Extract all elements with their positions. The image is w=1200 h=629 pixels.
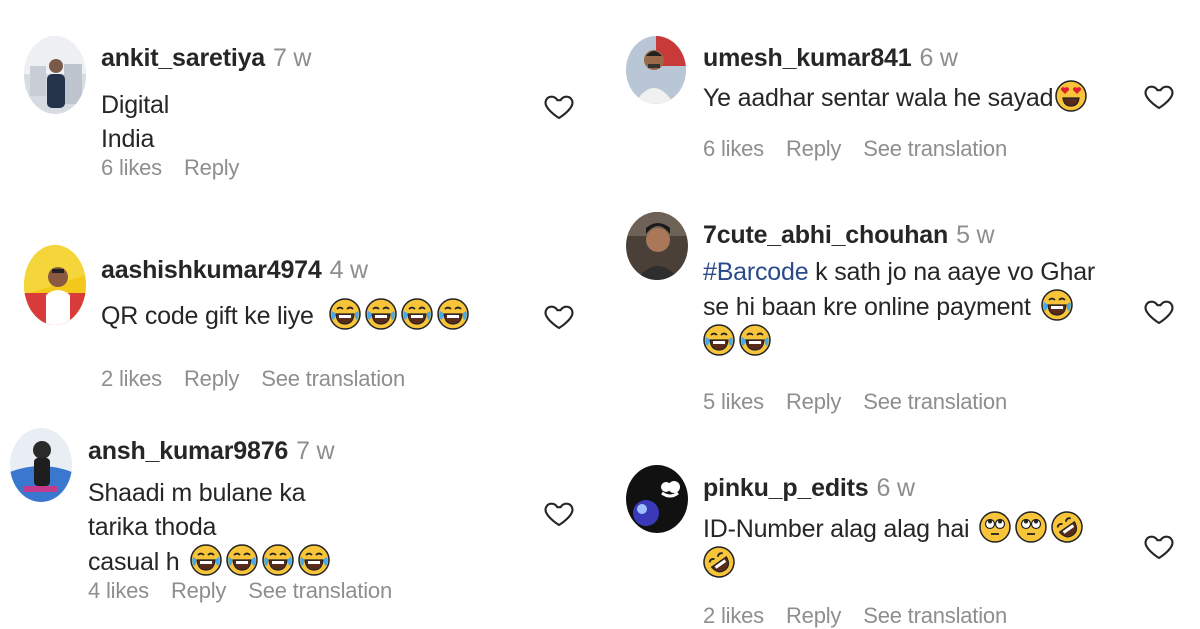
rolling-eyes-emoji-icon — [979, 511, 1011, 543]
reply-button[interactable]: Reply — [171, 578, 226, 603]
comment-meta: 2 likes Reply See translation — [703, 603, 1029, 629]
reply-button[interactable]: Reply — [786, 389, 841, 414]
comment-meta: 6 likes Reply See translation — [703, 136, 1029, 162]
comment-text-line2: casual h — [88, 544, 334, 579]
laugh-emoji-icon — [401, 298, 433, 330]
laugh-emoji-icon — [739, 324, 771, 356]
avatar[interactable] — [24, 245, 86, 325]
comment-meta: 5 likes Reply See translation — [703, 389, 1029, 415]
like-heart-icon[interactable] — [1143, 530, 1175, 562]
rofl-emoji-icon — [703, 546, 735, 578]
comment-age: 6 w — [876, 474, 916, 502]
laugh-emoji-icon — [262, 544, 294, 576]
see-translation-link[interactable]: See translation — [863, 603, 1007, 628]
laugh-emoji-icon — [703, 324, 735, 356]
comment-meta: 2 likes Reply See translation — [101, 366, 427, 392]
comment-age: 6 w — [919, 44, 958, 72]
comment-age: 5 w — [956, 221, 995, 249]
like-heart-icon[interactable] — [543, 90, 575, 122]
see-translation-link[interactable]: See translation — [863, 389, 1007, 414]
laugh-emoji-icon — [298, 544, 330, 576]
comment-text-line3 — [703, 324, 1095, 359]
like-heart-icon[interactable] — [1143, 80, 1175, 112]
avatar[interactable] — [24, 36, 86, 114]
comment-age: 7 w — [296, 437, 335, 465]
comment-text: Ye aadhar sentar wala he sayad — [703, 80, 1091, 115]
like-heart-icon[interactable] — [1143, 295, 1175, 327]
comment-text-line1: #Barcode k sath jo na aaye vo Ghar — [703, 258, 1096, 286]
comment-username[interactable]: ansh_kumar9876 7 w — [88, 437, 335, 466]
comment-username[interactable]: pinku_p_edits 6 w — [703, 474, 915, 503]
see-translation-link[interactable]: See translation — [248, 578, 392, 603]
avatar[interactable] — [626, 212, 688, 280]
avatar[interactable] — [626, 36, 686, 104]
comment-age: 4 w — [329, 256, 369, 284]
likes-count[interactable]: 2 likes — [101, 366, 162, 391]
see-translation-link[interactable]: See translation — [863, 136, 1007, 161]
like-heart-icon[interactable] — [543, 497, 575, 529]
comment-text: #Barcode k sath jo na aaye vo Ghar se hi… — [703, 255, 1095, 359]
laugh-emoji-icon — [437, 298, 469, 330]
laugh-emoji-icon — [226, 544, 258, 576]
comment-text: Digital India — [101, 91, 170, 153]
likes-count[interactable]: 6 likes — [703, 136, 764, 161]
comment-text: QR code gift ke liye — [101, 298, 473, 333]
likes-count[interactable]: 5 likes — [703, 389, 764, 414]
heart-eyes-emoji-icon — [1055, 80, 1087, 112]
comment-text-line1: ID-Number alag alag hai — [703, 511, 1087, 546]
see-translation-link[interactable]: See translation — [261, 366, 405, 391]
comment-text: Shaadi m bulane ka tarika thoda casual h — [88, 476, 334, 579]
rolling-eyes-emoji-icon — [1015, 511, 1047, 543]
comment-text-line2 — [703, 546, 1087, 581]
comment-username[interactable]: umesh_kumar841 6 w — [703, 44, 958, 73]
likes-count[interactable]: 2 likes — [703, 603, 764, 628]
comment-meta: 6 likes Reply — [101, 155, 261, 181]
comment-meta: 4 likes Reply See translation — [88, 578, 414, 604]
reply-button[interactable]: Reply — [786, 136, 841, 161]
likes-count[interactable]: 4 likes — [88, 578, 149, 603]
laugh-emoji-icon — [1041, 289, 1073, 321]
laugh-emoji-icon — [190, 544, 222, 576]
comment-username[interactable]: ankit_saretiya 7 w — [101, 44, 311, 73]
reply-button[interactable]: Reply — [184, 155, 239, 180]
laugh-emoji-icon — [365, 298, 397, 330]
reply-button[interactable]: Reply — [184, 366, 239, 391]
avatar[interactable] — [10, 428, 72, 502]
comment-age: 7 w — [272, 44, 312, 72]
comment-text-line2: se hi baan kre online payment — [703, 289, 1095, 324]
laugh-emoji-icon — [329, 298, 361, 330]
reply-button[interactable]: Reply — [786, 603, 841, 628]
avatar[interactable] — [626, 465, 688, 533]
comment-username[interactable]: 7cute_abhi_chouhan 5 w — [703, 221, 995, 250]
comment-text: ID-Number alag alag hai — [703, 511, 1087, 581]
comment-username[interactable]: aashishkumar4974 4 w — [101, 256, 368, 285]
hashtag-link[interactable]: #Barcode — [703, 258, 809, 286]
likes-count[interactable]: 6 likes — [101, 155, 162, 180]
like-heart-icon[interactable] — [543, 300, 575, 332]
rofl-emoji-icon — [1051, 511, 1083, 543]
